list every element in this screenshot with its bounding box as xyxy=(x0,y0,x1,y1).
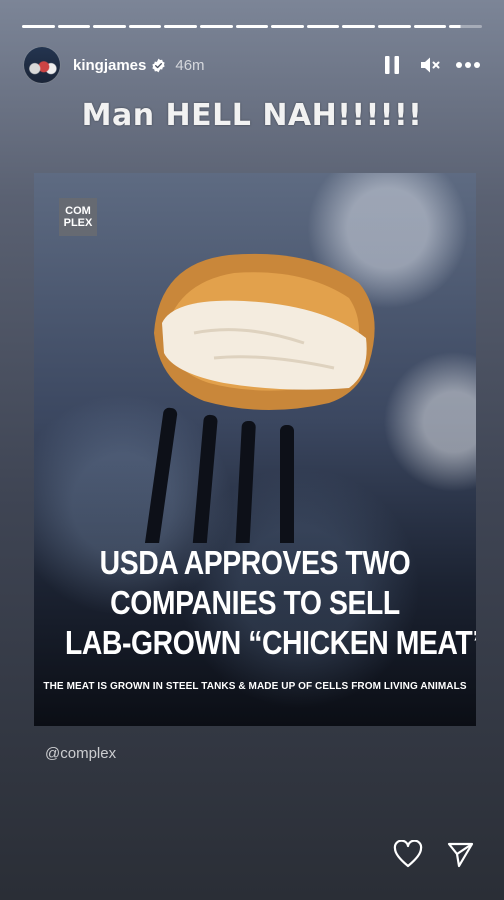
progress-segment xyxy=(164,25,198,28)
complex-logo: COM PLEX xyxy=(59,198,97,236)
pause-icon[interactable] xyxy=(378,51,406,79)
story-actions xyxy=(392,838,476,870)
progress-segment xyxy=(342,25,376,28)
source-mention-link[interactable]: @complex xyxy=(45,745,116,762)
story-viewer: kingjames 46m Man HELL NAH!!!!!! COM PLE… xyxy=(0,0,504,900)
heart-icon[interactable] xyxy=(392,838,424,870)
progress-segment xyxy=(306,25,340,28)
story-header: kingjames 46m xyxy=(23,45,482,85)
progress-segment xyxy=(93,25,126,28)
story-progress-bar xyxy=(22,25,482,28)
headline-line: COMPANIES TO SELL xyxy=(110,584,400,621)
progress-segment xyxy=(271,25,304,28)
progress-segment xyxy=(378,25,411,28)
progress-segment xyxy=(128,25,162,28)
progress-segment xyxy=(449,25,482,28)
progress-segment xyxy=(413,25,447,28)
headline-line: USDA APPROVES TWO xyxy=(99,544,411,581)
progress-segment xyxy=(200,25,233,28)
progress-segment xyxy=(57,25,91,28)
headline-line: LAB-GROWN “CHICKEN MEAT” xyxy=(64,624,476,661)
shared-post-image[interactable]: COM PLEX USDA APPROVES TWO COMPANIES TO … xyxy=(34,173,476,726)
mute-icon[interactable] xyxy=(416,51,444,79)
send-icon[interactable] xyxy=(444,838,476,870)
post-time: 46m xyxy=(175,56,205,74)
progress-segment xyxy=(235,25,269,28)
avatar[interactable] xyxy=(23,46,61,84)
headline-subtitle: THE MEAT IS GROWN IN STEEL TANKS & MADE … xyxy=(43,681,467,692)
headline: USDA APPROVES TWO COMPANIES TO SELL LAB-… xyxy=(64,543,476,663)
progress-segment xyxy=(22,25,55,28)
verified-badge-icon xyxy=(151,58,166,73)
story-caption: Man HELL NAH!!!!!! xyxy=(81,98,423,133)
username[interactable]: kingjames xyxy=(73,57,146,74)
more-options-icon[interactable] xyxy=(454,51,482,79)
chicken-nugget-on-fork-image xyxy=(137,253,375,543)
